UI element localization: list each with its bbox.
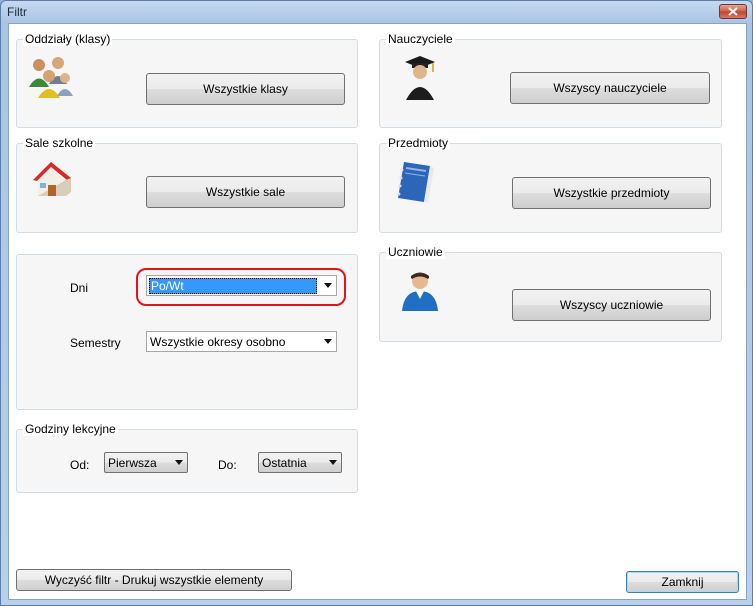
lesson-hours-group-title: Godziny lekcyjne (23, 422, 118, 436)
students-group: Uczniowie Wszyscy uczniowie (379, 245, 722, 342)
window-title: Filtr (7, 5, 27, 19)
days-select-value: Po/Wt (149, 277, 317, 294)
close-icon (728, 7, 738, 16)
chevron-down-icon (319, 276, 336, 295)
all-teachers-button[interactable]: Wszyscy nauczyciele (510, 72, 710, 104)
teachers-group: Nauczyciele Wszyscy nauczyciele (379, 32, 722, 128)
days-semester-group: Dni Po/Wt Semestry Wszystkie okresy osob… (16, 254, 358, 410)
hours-to-label: Do: (218, 458, 237, 472)
classes-group: Oddziały (klasy) Wszystkie klasy (16, 32, 358, 128)
chevron-down-icon (170, 453, 187, 472)
book-icon (397, 162, 434, 203)
hours-from-select[interactable]: Pierwsza (104, 452, 188, 473)
hours-to-select-value: Ostatnia (262, 455, 307, 470)
people-group-icon (29, 57, 73, 98)
graduate-teacher-icon (405, 56, 435, 100)
filter-dialog: Filtr Oddziały (klasy) Wszystkie klasy N… (0, 0, 753, 606)
title-bar[interactable]: Filtr (1, 1, 752, 23)
teachers-group-title: Nauczyciele (386, 32, 455, 46)
hours-from-select-value: Pierwsza (108, 455, 157, 470)
lesson-hours-group: Godziny lekcyjne Od: Pierwsza Do: Ostatn… (16, 422, 358, 493)
rooms-group: Sale szkolne Wszystkie sale (16, 136, 358, 233)
students-group-title: Uczniowie (386, 245, 445, 259)
close-button[interactable]: Zamknij (626, 571, 739, 593)
chevron-down-icon (319, 332, 336, 351)
window-close-button[interactable] (719, 4, 747, 19)
subjects-group: Przedmioty Wszystkie przedmioty (379, 136, 722, 233)
subjects-group-title: Przedmioty (386, 136, 451, 150)
classes-group-title: Oddziały (klasy) (23, 32, 113, 46)
semester-select[interactable]: Wszystkie okresy osobno (146, 331, 337, 352)
semester-select-value: Wszystkie okresy osobno (150, 334, 286, 349)
all-classes-button[interactable]: Wszystkie klasy (146, 73, 345, 105)
rooms-group-title: Sale szkolne (23, 136, 96, 150)
all-students-button[interactable]: Wszyscy uczniowie (512, 289, 711, 321)
all-subjects-button[interactable]: Wszystkie przedmioty (512, 177, 711, 209)
hours-from-label: Od: (70, 458, 90, 472)
dialog-content: Oddziały (klasy) Wszystkie klasy Nauczyc… (8, 23, 747, 600)
student-icon (402, 272, 438, 311)
days-label: Dni (70, 281, 89, 295)
house-icon (33, 162, 71, 196)
days-select[interactable]: Po/Wt (146, 275, 337, 296)
semester-label: Semestry (70, 336, 121, 350)
hours-to-select[interactable]: Ostatnia (258, 452, 342, 473)
chevron-down-icon (324, 453, 341, 472)
all-rooms-button[interactable]: Wszystkie sale (146, 176, 345, 208)
clear-filter-print-all-button[interactable]: Wyczyść filtr - Drukuj wszystkie element… (16, 569, 292, 591)
